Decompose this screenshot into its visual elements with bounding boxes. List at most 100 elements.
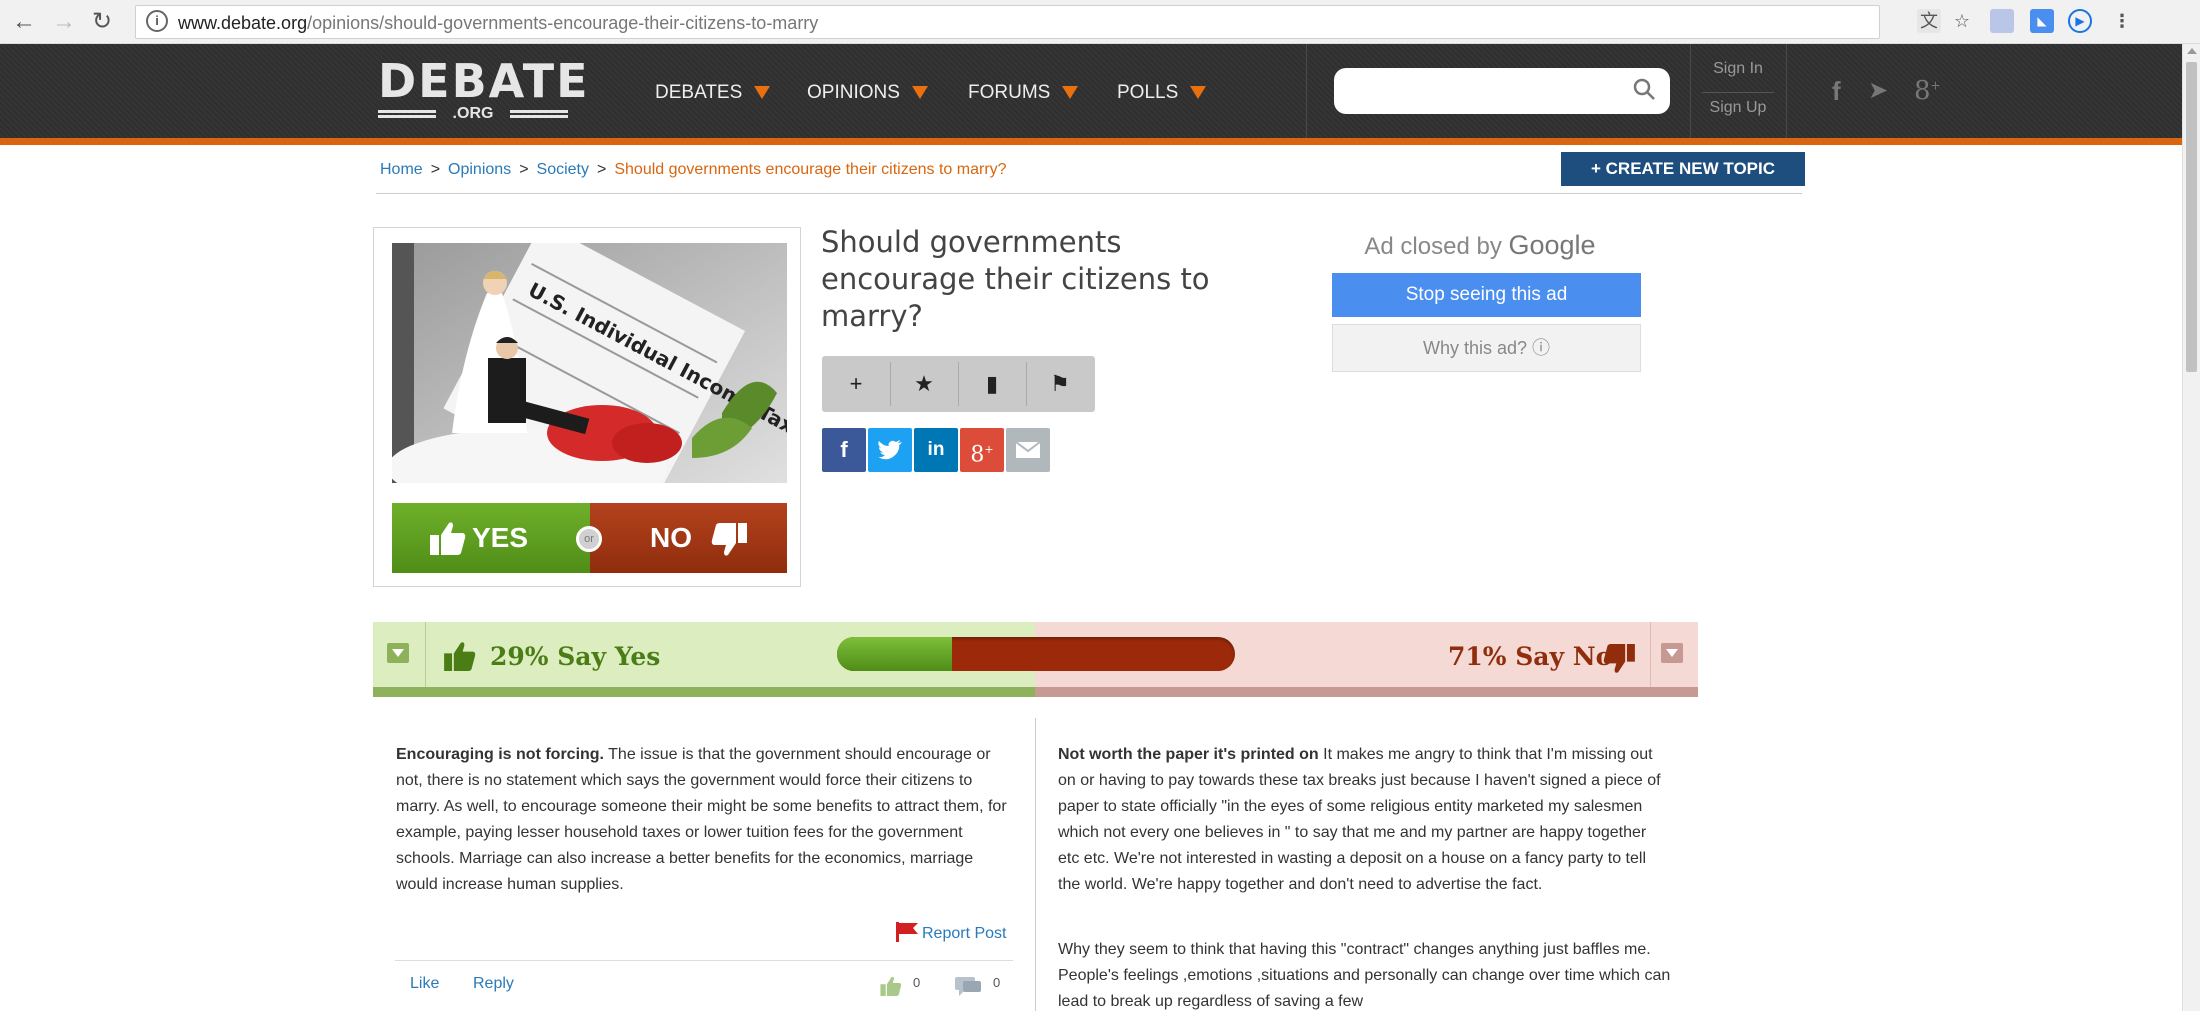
menu-dots-icon[interactable]: ⋮ xyxy=(2110,9,2134,33)
results-divider xyxy=(425,622,426,687)
share-email-icon[interactable] xyxy=(1006,428,1050,472)
vote-yes-label: YES xyxy=(472,522,529,553)
vote-no-button[interactable]: NO xyxy=(590,503,787,573)
header-divider xyxy=(1786,44,1787,138)
no-argument-body: It makes me angry to think that I'm miss… xyxy=(1058,746,1661,893)
header-accent-bar xyxy=(0,138,2182,145)
report-post-link[interactable]: Report Post xyxy=(896,922,1006,943)
dropdown-triangle-icon xyxy=(911,86,928,99)
upvote-count: 0 xyxy=(913,975,921,990)
share-linkedin-icon[interactable]: in xyxy=(914,428,958,472)
breadcrumb: Home > Opinions > Society > Should governments… xyxy=(380,161,1007,179)
reload-icon[interactable]: ↻ xyxy=(92,8,112,36)
nav-debates[interactable]: DEBATES xyxy=(655,82,771,104)
site-logo[interactable]: DEBATE .ORG xyxy=(378,56,588,126)
vote-progress-bar xyxy=(837,637,1235,671)
trash-icon[interactable]: ▮ xyxy=(958,356,1026,412)
vote-progress-fill xyxy=(837,637,953,671)
thumbs-up-icon xyxy=(444,642,476,671)
breadcrumb-divider xyxy=(376,193,1802,194)
bookmark-star-icon[interactable]: ☆ xyxy=(1950,9,1974,33)
no-percentage: 71% Say No xyxy=(1448,642,1613,671)
dropdown-triangle-icon xyxy=(1190,86,1207,99)
results-divider xyxy=(1650,622,1651,687)
page-title: Should governments encourage their citiz… xyxy=(821,225,1210,333)
back-arrow-icon[interactable]: ← xyxy=(12,8,36,36)
nav-forums[interactable]: FORUMS xyxy=(968,82,1079,104)
facebook-icon[interactable]: f xyxy=(1832,76,1841,107)
sign-up-link[interactable]: Sign Up xyxy=(1702,99,1774,117)
no-argument: Not worth the paper it's printed on It m… xyxy=(1058,742,1668,898)
vote-no-label: NO xyxy=(650,522,692,553)
yes-argument-title: Encouraging is not forcing. xyxy=(396,746,604,763)
play-extension-icon[interactable]: ▶ xyxy=(2068,9,2092,33)
header-divider xyxy=(1306,44,1307,138)
yes-argument-body: The issue is that the government should … xyxy=(396,746,1007,893)
breadcrumb-separator: > xyxy=(430,161,441,178)
forward-arrow-icon[interactable]: → xyxy=(52,8,76,36)
logo-line xyxy=(378,110,436,113)
breadcrumb-separator: > xyxy=(597,161,607,178)
extension-icon[interactable] xyxy=(1990,9,2014,33)
vote-yes-button[interactable]: YES xyxy=(392,503,590,573)
thumbs-down-icon xyxy=(711,523,747,556)
search-icon[interactable] xyxy=(1632,77,1656,101)
breadcrumb-separator: > xyxy=(519,161,529,178)
argument-footer-divider xyxy=(395,960,1013,961)
no-argument-continued: Why they seem to think that having this … xyxy=(1058,941,1671,1010)
topic-card: U.S. Individual Income Tax YES NO or xyxy=(373,227,801,587)
breadcrumb-home[interactable]: Home xyxy=(380,161,423,178)
vote-or-badge: or xyxy=(576,526,602,552)
extension-icon[interactable]: ◣ xyxy=(2030,9,2054,33)
yes-argument: Encouraging is not forcing. The issue is… xyxy=(396,742,1016,898)
topic-actions: + ★ ▮ ⚑ xyxy=(822,356,1095,412)
why-this-ad-button[interactable]: Why this ad? ⓘ xyxy=(1332,324,1641,372)
reply-link[interactable]: Reply xyxy=(473,975,514,993)
share-facebook-icon[interactable]: f xyxy=(822,428,866,472)
breadcrumb-opinions[interactable]: Opinions xyxy=(448,161,511,178)
star-icon[interactable]: ★ xyxy=(890,356,958,412)
breadcrumb-society[interactable]: Society xyxy=(537,161,589,178)
scroll-up-arrow-icon[interactable] xyxy=(2187,48,2197,54)
thumbs-up-icon[interactable] xyxy=(880,976,902,996)
stop-seeing-ad-button[interactable]: Stop seeing this ad xyxy=(1332,273,1641,317)
translate-icon[interactable]: 文 xyxy=(1917,9,1941,33)
address-bar[interactable]: i www.debate.org/opinions/should-governm… xyxy=(135,5,1880,39)
comment-icon[interactable] xyxy=(955,977,981,997)
sign-divider xyxy=(1702,92,1774,93)
twitter-icon[interactable]: ➤ xyxy=(1868,76,1888,105)
logo-sub: .ORG xyxy=(378,104,568,124)
page-scrollbar[interactable] xyxy=(2182,44,2200,1011)
url-text: www.debate.org/opinions/should-governmen… xyxy=(178,13,819,33)
no-argument-title: Not worth the paper it's printed on xyxy=(1058,746,1319,763)
google-logo: Google xyxy=(1508,230,1596,260)
columns-divider xyxy=(1035,718,1036,1011)
nav-polls[interactable]: POLLS xyxy=(1117,82,1207,104)
googleplus-icon[interactable]: 8+ xyxy=(1914,76,1941,106)
plus-icon[interactable]: + xyxy=(822,356,890,412)
share-twitter-icon[interactable] xyxy=(868,428,912,472)
browser-toolbar: ← → ↻ i www.debate.org/opinions/should-g… xyxy=(0,0,2200,44)
topic-image: U.S. Individual Income Tax xyxy=(392,243,787,483)
flag-icon[interactable]: ⚑ xyxy=(1026,356,1094,412)
flag-icon xyxy=(896,922,918,942)
collapse-no-icon[interactable] xyxy=(1661,643,1683,663)
logo-text: DEBATE xyxy=(378,54,590,108)
site-info-icon[interactable]: i xyxy=(146,10,168,32)
site-header xyxy=(0,44,2182,138)
scrollbar-thumb[interactable] xyxy=(2186,62,2197,372)
sign-in-link[interactable]: Sign In xyxy=(1702,60,1774,78)
search-input[interactable] xyxy=(1334,68,1670,114)
collapse-yes-icon[interactable] xyxy=(387,643,409,663)
like-link[interactable]: Like xyxy=(410,975,439,993)
logo-line xyxy=(510,110,568,113)
thumbs-up-icon xyxy=(430,522,466,555)
create-new-topic-button[interactable]: + CREATE NEW TOPIC xyxy=(1561,152,1805,186)
ad-closed-text: Ad closed by Google xyxy=(1364,230,1596,260)
thumbs-down-icon xyxy=(1603,644,1635,673)
share-googleplus-icon[interactable]: 8+ xyxy=(960,428,1004,472)
nav-opinions[interactable]: OPINIONS xyxy=(807,82,928,104)
reply-count: 0 xyxy=(993,975,1001,990)
dropdown-triangle-icon xyxy=(754,86,771,99)
breadcrumb-current: Should governments encourage their citiz… xyxy=(614,161,1007,178)
